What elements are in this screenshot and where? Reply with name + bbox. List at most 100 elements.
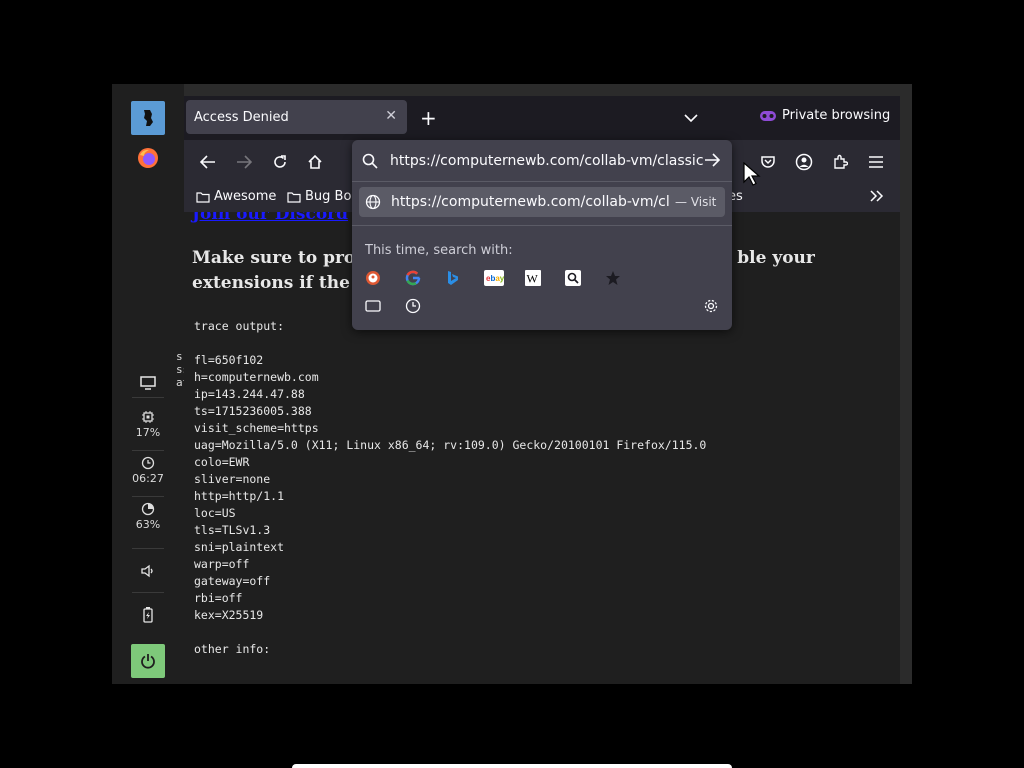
firefox-launcher[interactable] [131, 141, 165, 175]
search-icon [362, 153, 378, 169]
show-desktop-button[interactable] [131, 366, 165, 400]
search-settings-button[interactable] [702, 297, 720, 315]
trace-line: warp=off [194, 557, 250, 571]
trace-line: uag=Mozilla/5.0 (X11; Linux x86_64; rv:1… [194, 438, 707, 452]
history-clock-icon [405, 298, 421, 314]
arrow-right-icon [705, 153, 721, 167]
cpu-monitor[interactable]: 17% [128, 410, 168, 439]
private-label: Private browsing [782, 108, 891, 123]
close-tab-icon[interactable]: ✕ [385, 108, 397, 124]
bing-icon [448, 271, 458, 285]
search-history-button[interactable] [404, 297, 422, 315]
folder-icon [196, 191, 210, 203]
trace-line: http=http/1.1 [194, 489, 285, 503]
tab-bar: Access Denied ✕ + Private browsing [184, 96, 900, 140]
app-menu-button[interactable] [131, 101, 165, 135]
bookmark-folder-awesome[interactable]: Awesome [196, 189, 276, 204]
clock-widget[interactable]: 06:27 [128, 456, 168, 485]
bookmark-folder-bug-bounty[interactable]: Bug Bou [287, 189, 360, 204]
search-with-label: This time, search with: [365, 243, 513, 258]
extensions-button[interactable] [828, 150, 852, 174]
tab-title: Access Denied [194, 109, 289, 125]
discord-link[interactable]: Join our Discord [192, 212, 348, 224]
bookmark-label: Awesome [214, 189, 277, 204]
home-icon [308, 154, 322, 169]
folder-icon [287, 191, 301, 203]
monitor-icon [140, 376, 156, 390]
trace-line: ip=143.244.47.88 [194, 387, 305, 401]
clock-icon [141, 456, 155, 470]
trace-line: kex=X25519 [194, 608, 264, 622]
arrow-left-icon [200, 155, 215, 169]
panel-divider [132, 592, 164, 593]
forward-button[interactable] [232, 150, 256, 174]
puzzle-piece-icon [834, 154, 848, 169]
battery-button[interactable] [131, 598, 165, 632]
trace-line: h=computernewb.com [194, 370, 319, 384]
engine-duckduckgo-button[interactable] [364, 269, 382, 287]
url-suggestion-row[interactable]: https://computernewb.com/collab-vm/class… [359, 187, 725, 217]
speaker-icon [141, 564, 153, 578]
tab-icon [365, 300, 381, 312]
search-tabs-button[interactable] [364, 297, 382, 315]
trace-output: trace output: fl=650f102 h=computernewb.c… [194, 318, 706, 658]
duckduckgo-icon [366, 271, 380, 285]
trace-line: visit_scheme=https [194, 421, 319, 435]
trace-line: ts=1715236005.388 [194, 404, 312, 418]
url-input[interactable]: https://computernewb.com/collab-vm/class… [362, 150, 722, 172]
bookmarks-overflow-button[interactable] [870, 190, 884, 202]
engine-google-button[interactable] [404, 269, 422, 287]
trace-line: colo=EWR [194, 455, 250, 469]
notice-text: ble your [737, 248, 815, 268]
memory-monitor[interactable]: 63% [128, 502, 168, 531]
url-input-value: https://computernewb.com/collab-vm/class… [390, 153, 704, 169]
trace-line: loc=US [194, 506, 236, 520]
memory-pie-icon [141, 502, 155, 516]
search-bookmarks-button[interactable] [604, 269, 622, 287]
app-menu-hamburger[interactable] [864, 150, 888, 174]
tab-access-denied[interactable]: Access Denied ✕ [186, 100, 407, 134]
bottom-edge-bar [292, 764, 732, 768]
side-panel: s ss at 17% 06:27 63% [112, 84, 189, 684]
visit-action-label: — Visit [675, 195, 717, 209]
firefox-icon [138, 148, 158, 168]
popup-divider [352, 225, 732, 226]
panel-divider [132, 548, 164, 549]
google-icon [405, 270, 421, 286]
distro-logo-icon [144, 110, 153, 126]
svg-text:W: W [527, 272, 539, 286]
account-button[interactable] [792, 150, 816, 174]
back-button[interactable] [196, 150, 220, 174]
reload-button[interactable] [268, 150, 292, 174]
ebay-icon: ebay [484, 270, 504, 286]
new-tab-button[interactable]: + [420, 106, 437, 130]
engine-search-shortcut-button[interactable] [564, 269, 582, 287]
go-button[interactable] [704, 152, 721, 171]
chevron-down-icon [684, 114, 698, 123]
private-browsing-indicator: Private browsing [760, 108, 890, 123]
panel-divider [132, 450, 164, 451]
engine-wikipedia-button[interactable]: W [524, 269, 542, 287]
home-button[interactable] [303, 150, 327, 174]
volume-button[interactable] [131, 554, 165, 588]
cpu-value: 17% [135, 426, 161, 439]
private-mask-icon [760, 110, 776, 121]
popup-divider [352, 181, 732, 182]
star-icon [606, 271, 620, 285]
wikipedia-icon: W [525, 270, 541, 286]
engine-ebay-button[interactable]: ebay [484, 269, 504, 287]
gear-icon [704, 299, 718, 313]
panel-divider [132, 496, 164, 497]
power-icon [141, 654, 155, 669]
double-chevron-right-icon [870, 190, 884, 202]
power-button[interactable] [131, 644, 165, 678]
globe-icon [365, 194, 381, 210]
list-all-tabs-button[interactable] [684, 108, 698, 127]
hamburger-icon [869, 156, 883, 168]
clock-value: 06:27 [132, 472, 164, 485]
trace-line: fl=650f102 [194, 353, 264, 367]
engine-bing-button[interactable] [444, 269, 462, 287]
memory-value: 63% [135, 518, 161, 531]
suggestion-url: https://computernewb.com/collab-vm/class… [391, 194, 669, 210]
notice-text: Make sure to pro [192, 248, 356, 268]
